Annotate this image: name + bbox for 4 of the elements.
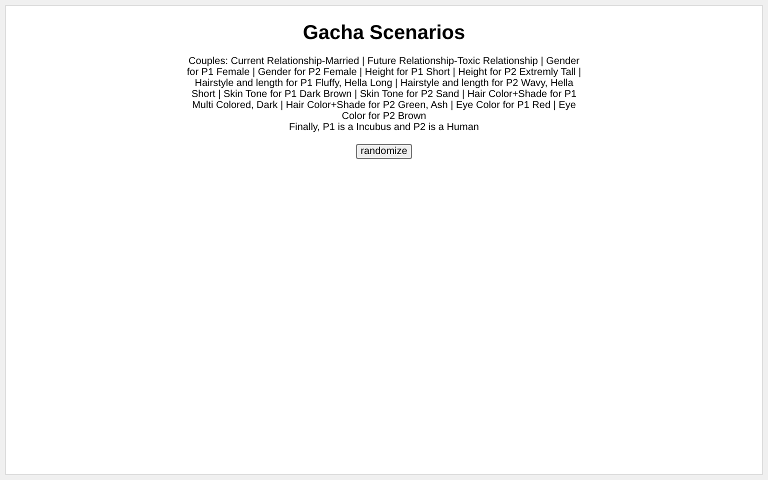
page-title: Gacha Scenarios xyxy=(302,21,466,45)
scenario-text: Couples: Current Relationship-Married | Future Relationship-Toxic Relationship | Gender for P1 Female | Gender for P2 Female | Height for P1 Short | Height for P2 Extremly Tall | Hairstyle and length for P1 Fluffy, Hella Long | Hairstyle and length for P2 Wavy, Hella Short | Skin Tone for P1 Dark Brown | Skin Tone for P2 Sand | Hair Color+Shade for P1 Multi Colored, Dark | Hair Color+Shade for P2 Green, Ash | Eye Color for P1 Red | Eye Color for P2 Brown xyxy=(186,56,582,122)
randomize-button[interactable]: randomize xyxy=(356,144,412,159)
scenario-text: Finally, P1 is a Incubus and P2 is a Human xyxy=(288,122,480,133)
